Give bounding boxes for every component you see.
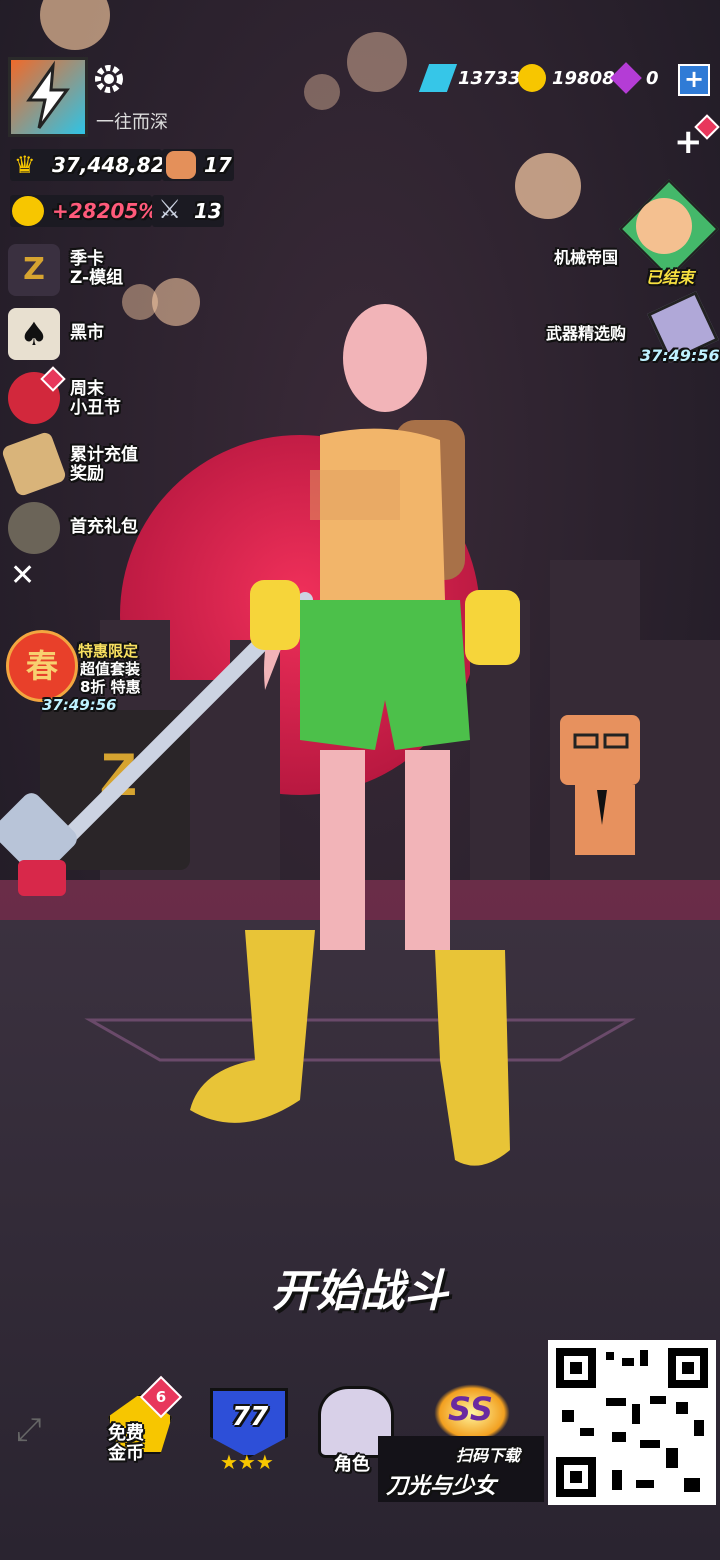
menu-black-market[interactable]: ♠ 黑市 (8, 304, 178, 364)
bear-head-icon (166, 151, 196, 179)
coins-currency[interactable]: 19808 (518, 60, 615, 96)
expand-arrows-icon[interactable]: ⤢ (16, 1410, 42, 1449)
free-coins-button[interactable]: 6 免费 金币 (100, 1375, 188, 1477)
gem-icon (418, 64, 458, 92)
settings-gear-icon[interactable] (92, 62, 126, 96)
trophy-icon: ♛ (14, 151, 36, 179)
sword-stat: ⚔ 13 (152, 195, 224, 227)
spring-stamp-icon: 春 (6, 630, 78, 702)
z-card-icon: Z (8, 244, 60, 296)
sale-tag-icon (0, 430, 68, 498)
menu-weekend-clown[interactable]: 周末 小丑节 (8, 366, 178, 428)
event-weapon-shop[interactable]: 武器精选购 37:49:56 (544, 291, 720, 370)
gems-currency[interactable]: 13733 (418, 60, 521, 96)
cube-icon (610, 62, 642, 94)
boost-stat: +28205% (10, 195, 158, 227)
close-icon[interactable]: ✕ (10, 558, 35, 593)
player-name: 一往而深 (96, 112, 168, 133)
three-stars-icon: ★★★ (220, 1450, 274, 1474)
menu-first-recharge[interactable]: 首充礼包 (8, 498, 178, 558)
girl-face-icon (636, 198, 692, 254)
promo-spring-bundle[interactable]: 春 特惠限定 超值套装 8折 特惠 37:49:56 (4, 628, 174, 718)
level-button[interactable]: 77 ★★★ (206, 1382, 294, 1477)
event-machine-empire[interactable]: 机械帝国 已结束 (548, 179, 719, 287)
start-battle-button[interactable]: 开始战斗 (200, 1255, 520, 1319)
spade-card-icon: ♠ (8, 308, 60, 360)
cubes-currency[interactable]: 0 (610, 60, 659, 96)
trophy-stat: ♛ 37,448,824 (10, 149, 179, 181)
bear-stat: 17 (162, 149, 234, 181)
add-currency-button[interactable]: + (678, 64, 710, 96)
menu-season-card[interactable]: Z 季卡 Z-模组 (8, 240, 178, 300)
player-avatar[interactable] (8, 57, 88, 137)
smiley-face-icon (12, 196, 44, 226)
coin-icon (518, 64, 546, 92)
lightning-icon (26, 60, 70, 129)
sword-icon: ⚔ (158, 195, 182, 225)
menu-recharge-reward[interactable]: 累计充值 奖励 (0, 430, 178, 498)
round-creature-icon (8, 502, 60, 554)
qr-download-banner[interactable]: 扫码下载 刀光与少女 (378, 1436, 544, 1502)
